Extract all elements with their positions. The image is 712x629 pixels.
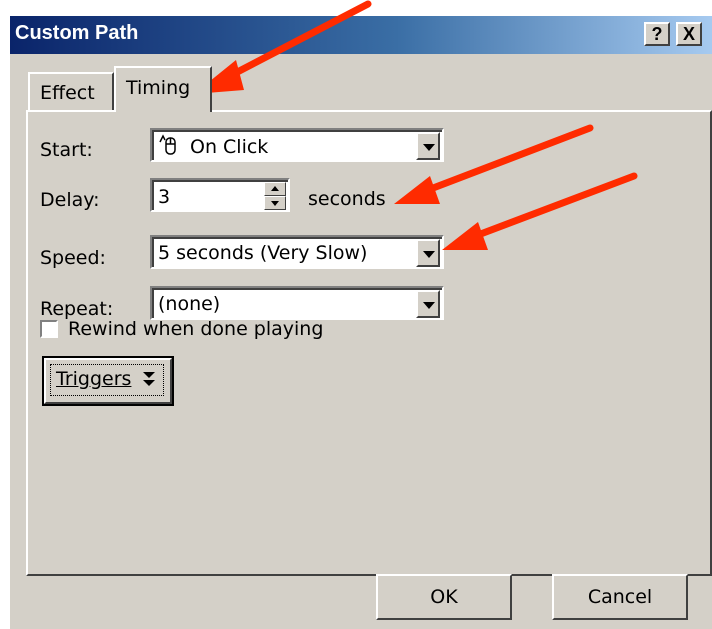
up-arrow-icon <box>271 186 279 191</box>
rewind-checkbox[interactable] <box>40 320 58 338</box>
tab-effect[interactable]: Effect <box>28 72 114 110</box>
close-button[interactable]: X <box>676 22 702 46</box>
start-label: Start: <box>40 139 93 161</box>
triggers-button[interactable]: Triggers <box>42 356 174 406</box>
start-dropdown-button[interactable] <box>416 132 440 160</box>
repeat-dropdown-button[interactable] <box>416 290 440 318</box>
help-button[interactable]: ? <box>644 22 670 46</box>
chevron-down-icon <box>423 144 435 151</box>
tab-effect-label: Effect <box>40 82 95 104</box>
tab-timing[interactable]: Timing <box>114 66 212 112</box>
spin-down-button[interactable] <box>264 196 286 210</box>
double-chevron-down-icon <box>142 369 156 394</box>
repeat-value: (none) <box>158 293 221 315</box>
spin-up-button[interactable] <box>264 182 286 196</box>
chevron-down-icon <box>423 302 435 309</box>
ok-button[interactable]: OK <box>376 574 512 620</box>
delay-unit: seconds <box>308 188 386 210</box>
speed-label: Speed: <box>40 247 106 269</box>
title-bar: Custom Path ? X <box>10 16 712 54</box>
cancel-button[interactable]: Cancel <box>552 574 688 620</box>
timing-panel <box>26 110 712 576</box>
dialog-title: Custom Path <box>15 22 139 44</box>
tab-timing-label: Timing <box>126 77 191 99</box>
speed-dropdown[interactable]: 5 seconds (Very Slow) <box>150 235 444 269</box>
delay-value: 3 <box>158 186 171 208</box>
down-arrow-icon <box>271 201 279 206</box>
mouse-click-icon <box>158 134 178 161</box>
chevron-down-icon <box>423 251 435 258</box>
repeat-label: Repeat: <box>40 298 114 320</box>
delay-input[interactable]: 3 <box>150 178 290 212</box>
repeat-dropdown[interactable]: (none) <box>150 286 444 320</box>
start-dropdown[interactable]: On Click <box>150 128 444 162</box>
custom-path-dialog: Custom Path ? X Effect Timing Start: On … <box>10 16 712 629</box>
triggers-label: Triggers <box>56 368 132 390</box>
speed-value: 5 seconds (Very Slow) <box>158 242 368 264</box>
delay-label: Delay: <box>40 189 100 211</box>
start-value: On Click <box>190 136 269 158</box>
delay-spinner[interactable] <box>264 182 286 210</box>
rewind-label: Rewind when done playing <box>68 318 324 340</box>
speed-dropdown-button[interactable] <box>416 239 440 267</box>
